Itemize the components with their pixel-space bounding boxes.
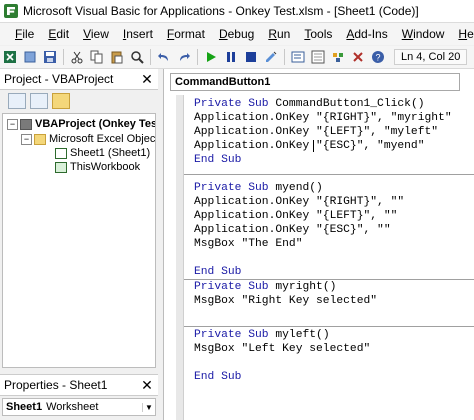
project-explorer-icon[interactable] (289, 48, 307, 66)
redo-icon[interactable] (175, 48, 193, 66)
tree-item-label: Microsoft Excel Objects (49, 133, 156, 145)
insert-module-icon[interactable] (21, 48, 39, 66)
properties-object-select[interactable]: Sheet1 Worksheet ▼ (2, 398, 156, 416)
tree-item-label: VBAProject (Onkey Test (35, 118, 156, 130)
collapse-icon[interactable]: − (21, 133, 32, 145)
menu-add-ins[interactable]: Add-Ins (339, 27, 394, 41)
properties-object-type: Worksheet (46, 401, 99, 413)
code-line[interactable]: Application.OnKey "{ESC}", "" (194, 223, 391, 237)
tree-item-label: ThisWorkbook (70, 161, 141, 173)
menu-window[interactable]: Window (395, 27, 452, 41)
view-object-icon[interactable] (30, 93, 48, 109)
menu-bar: File Edit View Insert Format Debug Run T… (0, 23, 474, 45)
code-line[interactable]: Application.OnKey "{ESC}", "myend" (194, 139, 425, 153)
menu-edit[interactable]: Edit (41, 27, 76, 41)
menu-file[interactable]: File (8, 27, 41, 41)
title-bar: Microsoft Visual Basic for Applications … (0, 0, 474, 23)
window-title: Microsoft Visual Basic for Applications … (23, 4, 419, 18)
toolbar-separator (63, 49, 64, 65)
standard-toolbar: ? Ln 4, Col 20 (0, 46, 474, 69)
chevron-down-icon[interactable]: ▼ (142, 402, 155, 412)
folder-icon (34, 133, 46, 145)
tree-item-label: Sheet1 (Sheet1) (70, 147, 151, 159)
project-tree: − VBAProject (Onkey Test − Microsoft Exc… (2, 113, 156, 368)
vba-app-icon (4, 4, 18, 18)
run-icon[interactable] (202, 48, 220, 66)
code-line[interactable]: MsgBox "The End" (194, 237, 302, 251)
code-line[interactable]: Private Sub myright() (194, 280, 336, 294)
worksheet-icon (55, 147, 67, 159)
procedure-separator (184, 174, 474, 175)
excel-view-icon[interactable] (1, 48, 19, 66)
project-explorer-toolbar (0, 90, 158, 112)
code-window: CommandButton1 Private Sub CommandButton… (163, 69, 474, 420)
tree-item-vbaproject[interactable]: − VBAProject (Onkey Test (7, 117, 156, 131)
properties-icon[interactable] (309, 48, 327, 66)
cursor-position-status: Ln 4, Col 20 (394, 49, 468, 65)
menu-debug[interactable]: Debug (212, 27, 261, 41)
close-icon[interactable]: ✕ (140, 72, 154, 86)
project-explorer-title: Project - VBAProject (4, 72, 114, 86)
tree-item-excel-objects[interactable]: − Microsoft Excel Objects (21, 132, 156, 146)
code-line[interactable]: Application.OnKey "{RIGHT}", "" (194, 195, 404, 209)
menu-help[interactable]: Help (451, 27, 474, 41)
properties-object-name: Sheet1 (6, 401, 43, 413)
code-line[interactable]: Private Sub myend() (194, 181, 323, 195)
code-line[interactable]: Private Sub CommandButton1_Click() (194, 97, 425, 111)
margin-indicator-bar[interactable] (176, 95, 184, 420)
text-caret (313, 140, 314, 152)
code-line[interactable]: Application.OnKey "{LEFT}", "myleft" (194, 125, 438, 139)
properties-title: Properties - Sheet1 (4, 378, 108, 392)
vba-project-icon (20, 118, 32, 130)
reset-icon[interactable] (242, 48, 260, 66)
break-icon[interactable] (222, 48, 240, 66)
find-icon[interactable] (128, 48, 146, 66)
toolbar-separator (150, 49, 151, 65)
project-explorer-header: Project - VBAProject ✕ (0, 69, 158, 90)
tree-item-thisworkbook[interactable]: ThisWorkbook (55, 160, 140, 174)
code-line[interactable]: End Sub (194, 265, 241, 279)
code-line[interactable]: Application.OnKey "{RIGHT}", "myright" (194, 111, 452, 125)
save-icon[interactable] (41, 48, 59, 66)
menu-run[interactable]: Run (261, 27, 297, 41)
tree-item-sheet1[interactable]: Sheet1 (Sheet1) (55, 146, 150, 160)
toggle-folders-icon[interactable] (52, 93, 70, 109)
undo-icon[interactable] (155, 48, 173, 66)
copy-icon[interactable] (88, 48, 106, 66)
code-editor[interactable]: Private Sub CommandButton1_Click() Appli… (164, 95, 474, 420)
toolbar-separator (197, 49, 198, 65)
procedure-separator (184, 326, 474, 327)
help-icon[interactable]: ? (369, 48, 387, 66)
menu-insert[interactable]: Insert (116, 27, 160, 41)
toolbar-separator (284, 49, 285, 65)
object-browser-icon[interactable] (329, 48, 347, 66)
code-line[interactable]: End Sub (194, 153, 241, 167)
cut-icon[interactable] (68, 48, 86, 66)
menu-tools[interactable]: Tools (297, 27, 339, 41)
paste-icon[interactable] (108, 48, 126, 66)
svg-text:?: ? (375, 53, 380, 63)
menu-format[interactable]: Format (160, 27, 212, 41)
menu-view[interactable]: View (76, 27, 116, 41)
object-dropdown-value: CommandButton1 (175, 76, 271, 88)
object-dropdown[interactable]: CommandButton1 (170, 73, 460, 91)
workbook-icon (55, 161, 67, 173)
code-line[interactable]: MsgBox "Left Key selected" (194, 342, 370, 356)
view-code-icon[interactable] (8, 93, 26, 109)
close-icon[interactable]: ✕ (140, 378, 154, 392)
code-line[interactable]: Private Sub myleft() (194, 328, 330, 342)
code-line[interactable]: MsgBox "Right Key selected" (194, 294, 377, 308)
collapse-icon[interactable]: − (7, 118, 18, 130)
code-line[interactable]: Application.OnKey "{LEFT}", "" (194, 209, 397, 223)
design-mode-icon[interactable] (262, 48, 280, 66)
code-line[interactable]: End Sub (194, 370, 241, 384)
toolbox-icon[interactable] (349, 48, 367, 66)
properties-header: Properties - Sheet1 ✕ (0, 374, 158, 396)
